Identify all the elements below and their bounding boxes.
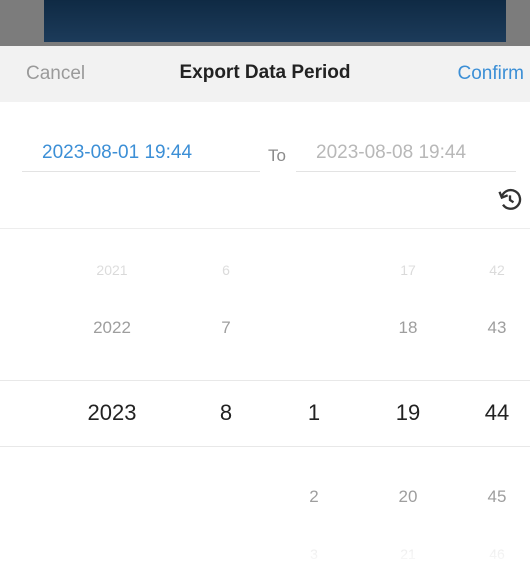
- picker-cell: 45: [487, 487, 507, 506]
- picker-cell: 20: [398, 487, 418, 506]
- status-strip: [0, 0, 530, 46]
- dialog-header: Cancel Export Data Period Confirm: [0, 46, 530, 102]
- minute-column[interactable]: 42 43 44 45 46: [470, 232, 524, 562]
- picker-divider: [0, 228, 530, 229]
- dialog-title: Export Data Period: [179, 62, 351, 83]
- picker-cell: 2: [309, 487, 319, 506]
- month-column[interactable]: 6 7 8: [196, 232, 256, 562]
- picker-cell: 21: [400, 546, 416, 562]
- to-label: To: [268, 146, 286, 165]
- picker-selected-cell: 8: [219, 400, 233, 425]
- start-date-field[interactable]: 2023-08-01 19:44: [22, 132, 260, 172]
- picker-cell: 18: [398, 318, 418, 337]
- picker-cell: 46: [489, 546, 505, 562]
- picker-cell: 3: [310, 546, 318, 562]
- picker-selected-cell: 2023: [87, 400, 137, 425]
- picker-selected-cell: 44: [484, 400, 510, 425]
- picker-cell: 17: [400, 262, 416, 278]
- picker-cell: 2021: [96, 262, 128, 278]
- picker-cell: 2022: [93, 318, 131, 337]
- day-column[interactable]: 1 2 3: [284, 232, 344, 562]
- picker-cell: 43: [487, 318, 507, 337]
- selection-line-top: [0, 380, 530, 381]
- date-range-row: 2023-08-01 19:44 To 2023-08-08 19:44: [0, 132, 530, 176]
- picker-selected-cell: 19: [395, 400, 421, 425]
- year-column[interactable]: 2021 2022 2023: [72, 232, 152, 562]
- picker-cell: 7: [221, 318, 231, 337]
- picker-cell: 6: [222, 262, 230, 278]
- selection-line-bottom: [0, 446, 530, 447]
- picker-cell: 42: [489, 262, 505, 278]
- reset-icon[interactable]: [496, 186, 524, 214]
- datetime-picker: 2021 2022 2023 6 7 8 1 2 3 17 18 19 20 2…: [0, 232, 530, 562]
- top-banner: [44, 0, 506, 42]
- end-date-field[interactable]: 2023-08-08 19:44: [296, 132, 516, 172]
- picker-selected-cell: 1: [307, 400, 321, 425]
- confirm-button[interactable]: Confirm: [457, 63, 524, 85]
- hour-column[interactable]: 17 18 19 20 21: [378, 232, 438, 562]
